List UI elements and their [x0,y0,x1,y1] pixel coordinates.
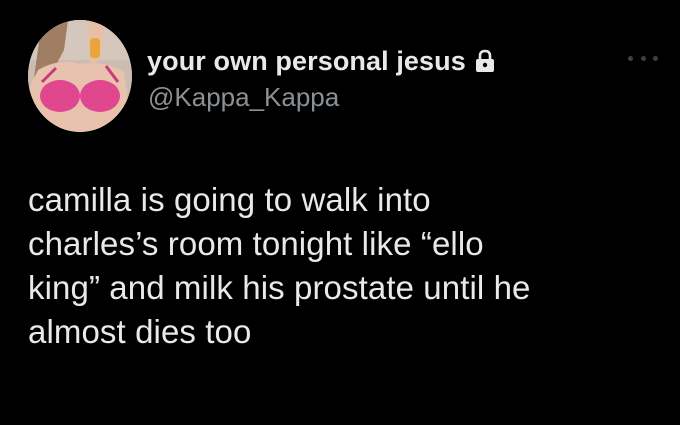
dot [640,55,646,61]
dot [628,55,633,61]
lock-icon [474,49,496,73]
display-name[interactable]: your own personal jesus [147,46,466,77]
display-name-row: your own personal jesus [147,44,496,78]
ellipsis-icon[interactable] [628,48,658,68]
avatar[interactable] [28,20,132,132]
user-handle[interactable]: @Kappa_Kappa [148,82,339,113]
tweet-text: camilla is going to walk into charles’s … [28,181,531,350]
tweet-card: your own personal jesus @Kappa_Kappa cam… [0,0,680,425]
dot [653,55,658,61]
avatar-photo [28,20,132,132]
